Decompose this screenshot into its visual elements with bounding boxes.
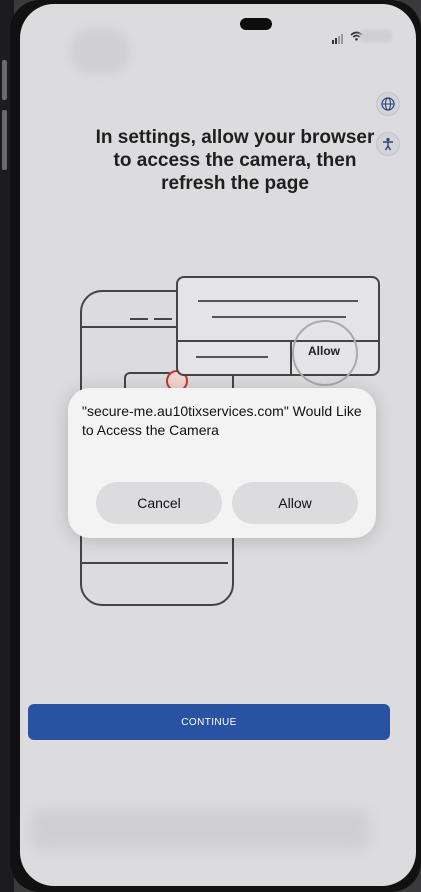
blurred-footer: [30, 810, 370, 850]
battery-icon: [360, 30, 392, 42]
status-bar: [332, 30, 363, 44]
instruction-heading: In settings, allow your browser to acces…: [95, 127, 375, 194]
dialog-message: "secure-me.au10tixservices.com" Would Li…: [82, 403, 362, 438]
volume-button: [2, 110, 7, 170]
cellular-signal-icon: [332, 30, 344, 44]
illustration-allow-label: Allow: [308, 344, 340, 358]
allow-button[interactable]: Allow: [232, 482, 358, 524]
blurred-logo: [70, 28, 130, 74]
card-line: [212, 316, 346, 318]
screen-bottom-line: [82, 562, 228, 564]
camera-notch: [240, 18, 272, 30]
cancel-button[interactable]: Cancel: [96, 482, 222, 524]
card-line: [196, 356, 268, 358]
continue-button[interactable]: CONTINUE: [28, 704, 390, 740]
speaker-line: [154, 318, 172, 320]
camera-permission-dialog: "secure-me.au10tixservices.com" Would Li…: [68, 388, 376, 538]
globe-icon[interactable]: [376, 92, 400, 116]
card-line: [198, 300, 358, 302]
volume-button: [2, 60, 7, 100]
speaker-line: [130, 318, 148, 320]
